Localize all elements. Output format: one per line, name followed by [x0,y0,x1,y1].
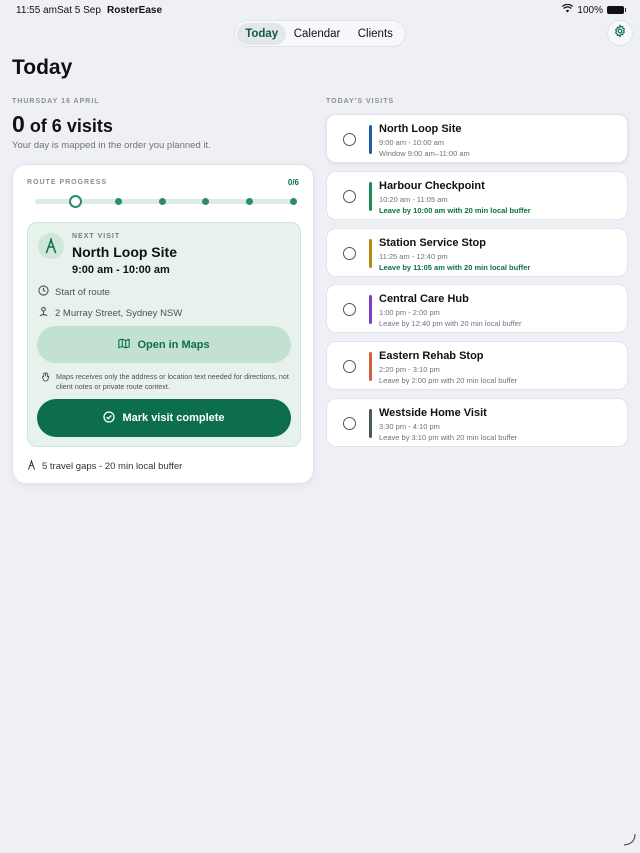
todays-visits-label: TODAY'S VISITS [326,98,395,105]
visit-color-bar [369,295,372,325]
next-visit-label: NEXT VISIT [72,233,121,240]
visit-item[interactable]: North Loop Site 9:00 am - 10:00 am Window … [326,114,628,163]
next-visit-name: North Loop Site [72,244,177,260]
visit-time: 10:20 am - 11:05 am [379,194,448,204]
visit-item[interactable]: Eastern Rehab Stop 2:20 pm - 3:10 pm Leave… [326,341,628,391]
status-bar: 11:55 am Sat 5 Sep RosterEase 100% [0,0,640,20]
visit-complete-toggle[interactable] [343,189,356,203]
visit-time: 1:00 pm - 2:00 pm [379,308,440,318]
visit-time: 3:30 pm - 4:10 pm [379,422,440,431]
map-icon [118,338,131,352]
travel-gaps-text: 5 travel gaps - 20 min local buffer [42,461,183,472]
route-progress-track [35,195,297,208]
next-visit-start: Start of route [55,286,110,298]
maps-privacy-text: Maps receives only the address or locati… [56,372,289,391]
visit-note: Leave by 3:10 pm with 20 min local buffe… [379,433,518,442]
visit-complete-toggle[interactable] [343,133,356,146]
visit-color-bar [369,238,372,268]
clock-icon [38,285,49,299]
status-date: Sat 5 Sep [57,5,101,16]
visit-time: 2:20 pm - 3:10 pm [379,365,440,375]
visit-note: Window 9:00 am–11:00 am [379,149,470,158]
tab-clients[interactable]: Clients [348,23,403,45]
gear-icon [613,23,627,43]
battery-icon [607,6,626,14]
visit-complete-toggle[interactable] [343,360,356,374]
route-progress-count: 0/6 [287,178,299,187]
visit-name: Eastern Rehab Stop [379,350,484,363]
maps-privacy-note: Maps receives only the address or locati… [41,372,291,391]
travel-gaps-summary: 5 travel gaps - 20 min local buffer [27,459,182,474]
visit-note: Leave by 11:05 am with 20 min local buff… [379,262,531,272]
route-card: ROUTE PROGRESS 0/6 NEXT VISIT North Loop… [12,164,314,484]
mark-visit-complete-label: Mark visit complete [122,412,225,424]
next-visit-card: NEXT VISIT North Loop Site 9:00 am - 10:… [27,222,301,447]
visit-color-bar [369,352,372,382]
open-in-maps-button[interactable]: Open in Maps [37,326,291,363]
open-in-maps-label: Open in Maps [137,338,210,351]
route-icon [27,459,36,474]
visit-complete-toggle[interactable] [343,303,356,317]
visit-item[interactable]: Central Care Hub 1:00 pm - 2:00 pm Leave b… [326,284,628,334]
route-progress-label: ROUTE PROGRESS [27,179,108,186]
visit-name: North Loop Site [379,123,462,135]
status-time: 11:55 am [16,5,57,16]
route-stop [245,198,253,205]
visit-complete-toggle[interactable] [343,417,356,430]
check-circle-icon [103,410,116,426]
route-stop-current [68,195,82,208]
visit-item[interactable]: Westside Home Visit 3:30 pm - 4:10 pm Leav… [326,398,628,447]
status-app-name: RosterEase [107,5,163,16]
status-right: 100% [562,3,626,16]
route-stop [115,198,123,205]
visit-color-bar [369,409,372,438]
visit-name: Harbour Checkpoint [379,179,485,192]
visit-color-bar [369,125,372,154]
visit-complete-toggle[interactable] [343,246,356,260]
visit-time: 11:25 am - 12:40 pm [379,251,448,261]
visits-total-text: of 6 visits [29,116,113,136]
visits-count: 0 of 6 visits [12,111,113,138]
route-stop [158,198,166,205]
route-stop [289,198,297,205]
wifi-icon [562,3,574,16]
location-pin-icon [38,306,49,320]
visit-name: Central Care Hub [379,293,469,306]
next-visit-address-row: 2 Murray Street, Sydney NSW [38,306,182,320]
hand-icon [41,372,50,391]
settings-button[interactable] [607,20,633,46]
route-icon [38,233,64,259]
view-switcher: Today Calendar Clients [234,20,406,47]
next-visit-time: 9:00 am - 10:00 am [72,264,170,276]
visit-color-bar [369,181,372,211]
visits-done-count: 0 [12,111,25,137]
visit-item[interactable]: Harbour Checkpoint 10:20 am - 11:05 am Lea… [326,170,628,220]
page-title: Today [12,56,73,79]
visit-time: 9:00 am - 10:00 am [379,138,445,147]
visit-name: Station Service Stop [379,236,486,249]
visit-note: Leave by 2:00 pm with 20 min local buffe… [379,376,518,386]
resize-handle-icon [622,832,636,851]
visit-name: Westside Home Visit [379,407,487,419]
route-stop [202,198,210,205]
tab-today[interactable]: Today [237,22,287,45]
tab-calendar[interactable]: Calendar [286,23,347,45]
visit-note: Leave by 12:40 pm with 20 min local buff… [379,319,522,329]
battery-percent: 100% [577,4,603,16]
date-label: THURSDAY 16 APRIL [12,98,100,105]
next-visit-address: 2 Murray Street, Sydney NSW [55,307,183,319]
next-visit-start-row: Start of route [38,285,110,299]
mark-visit-complete-button[interactable]: Mark visit complete [37,399,291,437]
summary-subtitle: Your day is mapped in the order you plan… [12,140,211,151]
visit-item[interactable]: Station Service Stop 11:25 am - 12:40 pm L… [326,227,628,277]
visit-note: Leave by 10:00 am with 20 min local buff… [379,205,531,215]
